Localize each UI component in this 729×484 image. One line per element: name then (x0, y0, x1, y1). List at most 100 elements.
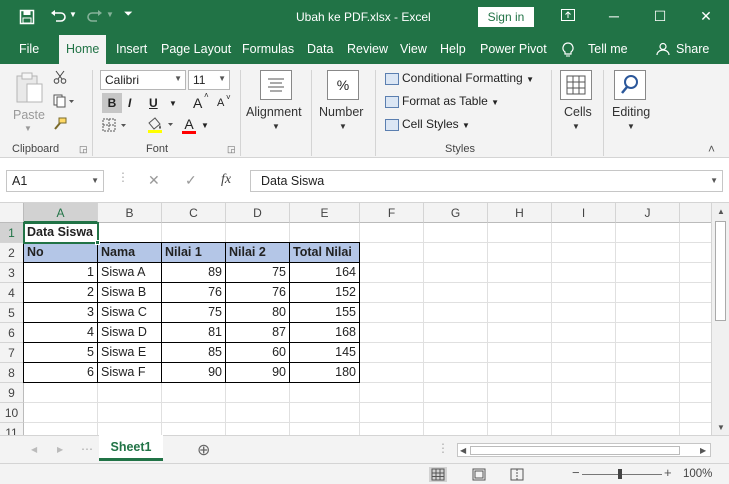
empty-cell[interactable] (552, 403, 616, 423)
font-color-dropdown-icon[interactable]: ▼ (201, 121, 209, 130)
sign-in-button[interactable]: Sign in (478, 7, 534, 27)
empty-cell[interactable] (552, 303, 616, 323)
zoom-level[interactable]: 100% (683, 468, 712, 480)
zoom-out-button[interactable]: − (572, 465, 580, 480)
empty-cell[interactable] (552, 383, 616, 403)
empty-cell[interactable] (680, 363, 711, 383)
empty-cell[interactable] (24, 383, 98, 403)
empty-cell[interactable] (616, 263, 680, 283)
empty-cell[interactable] (360, 383, 424, 403)
table-data-cell[interactable]: 145 (290, 343, 360, 363)
zoom-slider-knob[interactable] (618, 469, 622, 479)
empty-cell[interactable] (680, 323, 711, 343)
empty-cell[interactable] (424, 323, 488, 343)
table-data-cell[interactable]: Siswa D (98, 323, 162, 343)
select-all-corner[interactable] (0, 203, 24, 223)
empty-cell[interactable] (552, 283, 616, 303)
tab-page-layout[interactable]: Page Layout (161, 42, 231, 56)
share-button[interactable]: Share (676, 42, 709, 56)
column-header-e[interactable]: E (290, 203, 360, 223)
row-header-1[interactable]: 1 (0, 223, 24, 243)
next-sheet-icon[interactable]: ▶ (57, 445, 63, 454)
format-as-table-button[interactable]: Format as Table ▼ (385, 94, 499, 108)
table-data-cell[interactable]: 2 (24, 283, 98, 303)
empty-cell[interactable] (488, 363, 552, 383)
table-data-cell[interactable]: 81 (162, 323, 226, 343)
insert-function-button[interactable]: fx (221, 172, 231, 188)
empty-cell[interactable] (616, 243, 680, 263)
empty-cell[interactable] (680, 263, 711, 283)
table-data-cell[interactable]: 3 (24, 303, 98, 323)
empty-cell[interactable] (360, 263, 424, 283)
borders-icon[interactable] (102, 118, 128, 135)
tab-formulas[interactable]: Formulas (242, 42, 294, 56)
empty-cell[interactable] (424, 363, 488, 383)
empty-cell[interactable] (616, 303, 680, 323)
table-data-cell[interactable]: 152 (290, 283, 360, 303)
table-data-cell[interactable]: 180 (290, 363, 360, 383)
tab-power-pivot[interactable]: Power Pivot (480, 42, 547, 56)
empty-cell[interactable] (226, 403, 290, 423)
underline-dropdown-icon[interactable]: ▼ (169, 99, 177, 108)
tab-home[interactable]: Home (59, 35, 107, 64)
empty-cell[interactable] (360, 343, 424, 363)
empty-cell[interactable] (360, 223, 424, 243)
empty-cell[interactable] (616, 323, 680, 343)
empty-cell[interactable] (488, 243, 552, 263)
scroll-right-icon[interactable]: ▶ (700, 446, 706, 455)
empty-cell[interactable] (680, 343, 711, 363)
table-data-cell[interactable]: 89 (162, 263, 226, 283)
empty-cell[interactable] (552, 263, 616, 283)
empty-cell[interactable] (616, 363, 680, 383)
horizontal-scrollbar[interactable]: ◀ ▶ (457, 443, 711, 457)
empty-cell[interactable] (226, 423, 290, 435)
table-data-cell[interactable]: 4 (24, 323, 98, 343)
grow-font-button[interactable]: A (193, 95, 202, 111)
maximize-button[interactable]: ☐ (650, 8, 670, 25)
empty-cell[interactable] (680, 423, 711, 435)
font-color-button[interactable]: A (182, 116, 196, 134)
expand-formula-icon[interactable]: ▼ (710, 176, 718, 185)
empty-cell[interactable] (424, 383, 488, 403)
empty-cell[interactable] (98, 223, 162, 243)
empty-cell[interactable] (360, 323, 424, 343)
table-data-cell[interactable]: 90 (226, 363, 290, 383)
empty-cell[interactable] (616, 343, 680, 363)
bold-button[interactable]: B (102, 93, 122, 113)
empty-cell[interactable] (98, 403, 162, 423)
empty-cell[interactable] (680, 243, 711, 263)
page-layout-view-button[interactable] (470, 467, 488, 484)
horizontal-scroll-thumb[interactable] (470, 446, 680, 455)
table-data-cell[interactable]: 76 (226, 283, 290, 303)
empty-cell[interactable] (290, 383, 360, 403)
empty-cell[interactable] (424, 303, 488, 323)
fill-color-icon[interactable] (146, 116, 176, 137)
add-sheet-button[interactable]: ⊕ (197, 440, 210, 460)
empty-cell[interactable] (680, 403, 711, 423)
empty-cell[interactable] (424, 403, 488, 423)
redo-dropdown-icon[interactable]: ▼ (106, 10, 114, 19)
empty-cell[interactable] (98, 423, 162, 435)
tab-insert[interactable]: Insert (116, 42, 147, 56)
font-launcher-icon[interactable]: ◲ (227, 144, 236, 155)
zoom-slider[interactable] (582, 474, 662, 475)
empty-cell[interactable] (616, 283, 680, 303)
conditional-formatting-button[interactable]: Conditional Formatting ▼ (385, 71, 534, 85)
table-header-cell[interactable]: Nilai 2 (226, 243, 290, 263)
editing-button[interactable]: Editing ▼ (608, 69, 654, 139)
prev-sheet-icon[interactable]: ◀ (31, 445, 37, 454)
empty-cell[interactable] (424, 283, 488, 303)
table-header-cell[interactable]: Total Nilai (290, 243, 360, 263)
cancel-entry-button[interactable]: ✕ (148, 172, 160, 189)
empty-cell[interactable] (226, 383, 290, 403)
empty-cell[interactable] (424, 423, 488, 435)
empty-cell[interactable] (488, 343, 552, 363)
table-data-cell[interactable]: 5 (24, 343, 98, 363)
row-header-5[interactable]: 5 (0, 303, 24, 323)
formula-input[interactable]: Data Siswa ▼ (250, 170, 723, 192)
scroll-left-icon[interactable]: ◀ (460, 446, 466, 455)
empty-cell[interactable] (424, 343, 488, 363)
collapse-ribbon-icon[interactable]: ˄ (708, 142, 715, 156)
tab-view[interactable]: View (400, 42, 427, 56)
empty-cell[interactable] (552, 343, 616, 363)
